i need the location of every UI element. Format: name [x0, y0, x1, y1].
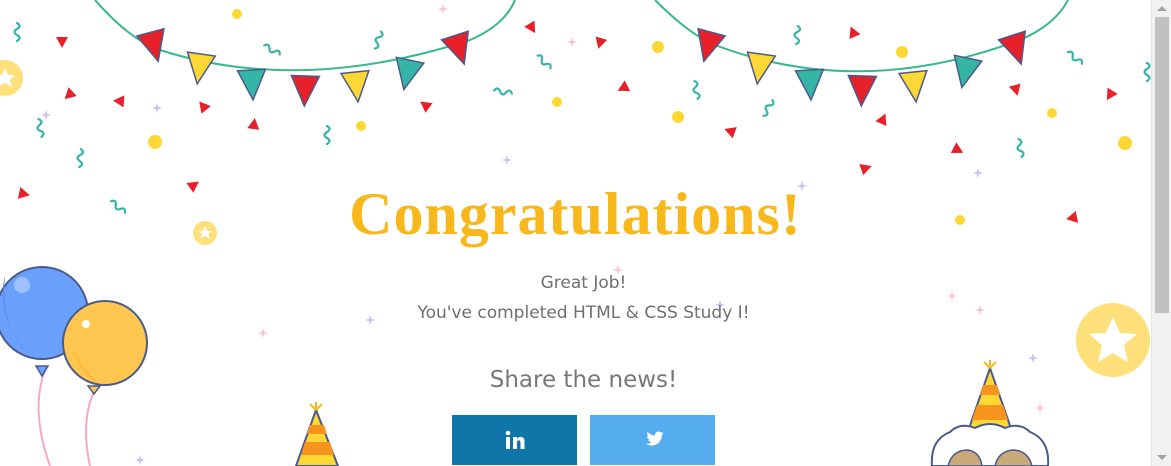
- twitter-icon: [645, 431, 663, 446]
- share-heading: Share the news!: [489, 367, 678, 393]
- confetti-triangle: [859, 163, 872, 176]
- linkedin-icon: [505, 430, 524, 449]
- confetti-dot: [148, 135, 162, 149]
- confetti-dot: [356, 121, 366, 131]
- congratulations-title: Congratulations!: [349, 181, 802, 247]
- confetti-triangle: [56, 37, 68, 48]
- confetti-triangle: [420, 101, 433, 113]
- confetti-squiggle: [762, 99, 775, 117]
- cake: [930, 423, 1050, 466]
- confetti-sparkle: [41, 110, 51, 120]
- confetti-triangle: [875, 113, 887, 127]
- confetti-triangle: [113, 95, 125, 108]
- confetti-triangle: [1008, 83, 1021, 96]
- confetti-sparkle: [258, 328, 268, 338]
- confetti-squiggle: [536, 54, 552, 70]
- confetti-sparkle: [1028, 353, 1038, 363]
- confetti-squiggle: [692, 80, 701, 100]
- confetti-sparkle: [135, 455, 145, 465]
- bunting-flag: [236, 68, 267, 102]
- confetti-squiggle: [493, 87, 513, 96]
- confetti-triangle: [724, 127, 737, 139]
- confetti-triangle: [64, 87, 77, 100]
- vertical-scrollbar[interactable]: [1151, 0, 1171, 466]
- great-job-text: Great Job!: [540, 273, 627, 293]
- confetti-squiggle: [1143, 61, 1151, 83]
- bunting-flag: [794, 68, 825, 102]
- share-twitter-button[interactable]: [590, 415, 715, 465]
- confetti-squiggle: [793, 24, 802, 46]
- confetti-triangle: [524, 20, 536, 34]
- confetti-squiggle: [13, 21, 21, 43]
- confetti-squiggle: [263, 43, 281, 56]
- confetti-dot: [1047, 108, 1057, 118]
- bunting-flag: [847, 74, 878, 108]
- confetti-dot: [896, 46, 908, 58]
- scroll-down-arrow[interactable]: [1157, 455, 1167, 460]
- bunting-flag: [395, 56, 426, 92]
- confetti-squiggle: [36, 118, 45, 138]
- confetti-triangle: [247, 118, 260, 130]
- bunting-flag: [746, 51, 777, 86]
- confetti-dot: [552, 97, 562, 107]
- bunting-flag: [135, 27, 165, 64]
- confetti-triangle: [617, 80, 631, 92]
- confetti-squiggle: [1067, 50, 1084, 65]
- confetti-dot: [232, 9, 242, 19]
- confetti-triangle: [849, 26, 861, 39]
- confetti-squiggle: [1016, 138, 1025, 158]
- confetti-dot: [672, 111, 684, 123]
- confetti-dot: [1118, 136, 1132, 150]
- confetti-sparkle: [502, 155, 512, 165]
- confetti-squiggle: [373, 30, 384, 50]
- scrollbar-thumb[interactable]: [1155, 17, 1169, 313]
- bunting-flag: [897, 69, 928, 104]
- share-linkedin-button[interactable]: [452, 415, 577, 465]
- confetti-sparkle: [973, 168, 983, 178]
- completion-message: You've completed HTML & CSS Study I!: [417, 303, 750, 323]
- confetti-triangle: [1106, 87, 1118, 101]
- party-hat-left: [294, 402, 340, 466]
- confetti-squiggle: [76, 147, 85, 169]
- bunting-flag: [339, 69, 370, 104]
- confetti-triangle: [199, 101, 211, 114]
- bunting-flag: [290, 74, 321, 108]
- confetti-sparkle: [438, 4, 448, 14]
- confetti-dot: [652, 41, 664, 53]
- bunting-flags: [135, 27, 1027, 108]
- confetti-sparkle: [567, 37, 577, 47]
- confetti-triangle: [595, 36, 608, 49]
- bunting-flag: [440, 30, 470, 66]
- scroll-up-arrow[interactable]: [1157, 6, 1167, 11]
- confetti-triangle: [950, 142, 964, 153]
- confetti-squiggle: [323, 124, 331, 146]
- star-badge-left: [0, 60, 23, 96]
- confetti-sparkle: [152, 103, 162, 113]
- confetti-sparkle: [1035, 403, 1045, 413]
